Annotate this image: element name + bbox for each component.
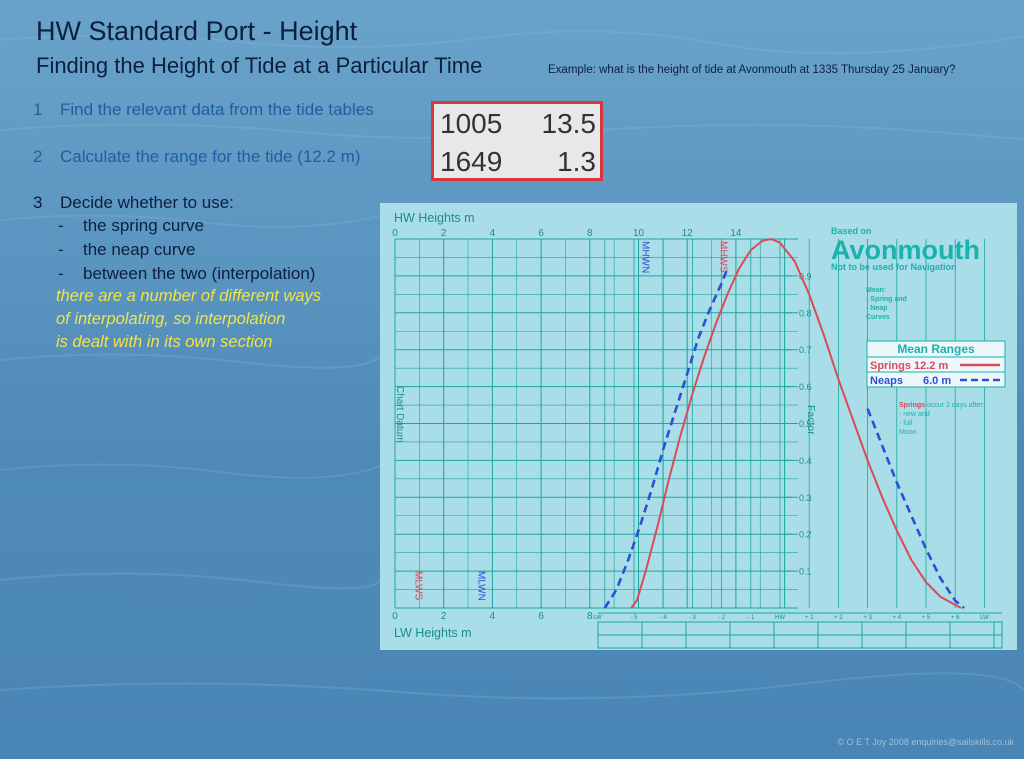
factor-tick-label: 0.1 — [799, 567, 812, 577]
tide-time: 1005 — [440, 108, 503, 139]
page-subtitle: Finding the Height of Tide at a Particul… — [36, 53, 483, 78]
hw-marker-label: MHWN — [640, 241, 651, 273]
factor-tick-label: 0.8 — [799, 308, 812, 318]
tide-table-extract: 1005 13.5 1649 1.3 — [431, 101, 603, 181]
step-number: 1 — [33, 100, 43, 119]
tide-height: 1.3 — [557, 146, 596, 177]
time-tick-label: HW — [775, 615, 785, 621]
lw-tick-label: 4 — [490, 611, 496, 622]
option-interpolation: - between the two (interpolation) — [58, 264, 315, 284]
legend-neaps-name: Neaps — [870, 375, 903, 387]
step-2: 2 Calculate the range for the tide (12.2 … — [33, 147, 361, 167]
option-dash: - — [58, 264, 64, 283]
copyright-notice: © O E T Joy 2008 enquiries@sailskills.co… — [837, 737, 1014, 747]
time-tick-label: + 6 — [951, 615, 960, 621]
lw-tick-label: 2 — [441, 611, 447, 622]
legend-neaps-value: 6.0 m — [923, 375, 951, 387]
navigation-warning: Not to be used for Navigation — [831, 262, 957, 272]
factor-tick-label: 0.6 — [799, 382, 812, 392]
note-line-2: of interpolating, so interpolation — [56, 310, 286, 328]
option-dash: - — [58, 240, 64, 259]
step-3: 3 Decide whether to use: — [33, 193, 234, 213]
port-name: Avonmouth — [831, 235, 980, 265]
time-tick-label: - 5 — [630, 615, 638, 621]
step-text: Find the relevant data from the tide tab… — [60, 100, 374, 119]
mean-ranges-legend: Mean Ranges Springs 12.2 m Neaps 6.0 m — [866, 340, 1006, 388]
tide-height: 13.5 — [541, 108, 597, 139]
tide-row-lw: 1649 1.3 — [434, 144, 600, 182]
lw-marker-label: MLWS — [412, 571, 423, 601]
example-question: Example: what is the height of tide at A… — [548, 64, 956, 76]
note-line-3: is dealt with in its own section — [56, 333, 273, 351]
option-text: the spring curve — [83, 216, 204, 235]
page-title: HW Standard Port - Height — [36, 16, 358, 46]
lw-tick-label: 6 — [538, 611, 544, 622]
time-tick-label: + 5 — [922, 615, 931, 621]
note-line-1: there are a number of different ways — [56, 287, 322, 305]
step-number: 3 — [33, 193, 43, 212]
hw-tick-label: 10 — [633, 228, 645, 239]
step-text: Calculate the range for the tide (12.2 m… — [60, 147, 361, 166]
factor-tick-label: 0.4 — [799, 456, 812, 466]
step-text: Decide whether to use: — [60, 193, 234, 212]
hw-tick-label: 14 — [730, 228, 742, 239]
time-tick-label: - 2 — [718, 615, 726, 621]
hw-tick-label: 6 — [538, 228, 544, 239]
time-tick-label: + 3 — [863, 615, 872, 621]
hw-axis-label: HW Heights m — [394, 211, 475, 225]
hw-tick-label: 8 — [587, 228, 593, 239]
step-number: 2 — [33, 147, 43, 166]
time-tick-label: + 1 — [805, 615, 814, 621]
legend-springs-name: Springs — [870, 360, 911, 372]
hw-tick-label: 12 — [682, 228, 694, 239]
factor-tick-label: 0.2 — [799, 530, 812, 540]
time-tick-label: + 4 — [893, 615, 902, 621]
springs-note-line: - new and — [899, 411, 930, 418]
mean-note-line: - Neap — [866, 305, 887, 312]
time-tick-label: - 3 — [689, 615, 697, 621]
mean-note-line: Curves — [866, 314, 890, 321]
legend-springs-value: 12.2 m — [914, 360, 948, 372]
lw-tick-label: 8 — [587, 611, 593, 622]
factor-tick-label: 0.3 — [799, 493, 812, 503]
lw-marker-label: MLWN — [476, 571, 487, 601]
tide-row-hw: 1005 13.5 — [434, 106, 600, 144]
hw-tick-label: 4 — [490, 228, 496, 239]
springs-note-line: Springs occur 2 days after: — [899, 402, 985, 409]
option-text: between the two (interpolation) — [83, 264, 316, 283]
option-spring-curve: - the spring curve — [58, 216, 204, 236]
hw-marker-label: MHWS — [717, 241, 728, 273]
lw-axis-label: LW Heights m — [394, 626, 472, 640]
chart-datum-label: Chart Datum — [394, 386, 405, 443]
factor-tick-label: 0.7 — [799, 345, 812, 355]
legend-title: Mean Ranges — [897, 342, 975, 356]
time-tick-label: LW — [593, 615, 602, 621]
step-1: 1 Find the relevant data from the tide ta… — [33, 100, 374, 120]
option-neap-curve: - the neap curve — [58, 240, 195, 260]
time-tick-label: + 2 — [834, 615, 843, 621]
tide-time: 1649 — [440, 146, 503, 177]
mean-note-line: - Spring and — [866, 296, 907, 303]
time-tick-label: LW — [980, 615, 989, 621]
lw-tick-label: 0 — [392, 611, 398, 622]
mean-note-line: Mean: — [866, 287, 886, 294]
springs-note-line: Moon — [899, 429, 917, 436]
springs-note-line: - full — [899, 420, 913, 427]
factor-axis-label: Factor — [805, 405, 817, 435]
time-tick-label: - 4 — [660, 615, 668, 621]
option-text: the neap curve — [83, 240, 196, 259]
tidal-curve-chart: 0 2 4 6 8 10 12 140 2 4 6 80.90.80.70.60.50.40.30.2… — [380, 203, 1017, 650]
option-dash: - — [58, 216, 64, 235]
hw-tick-label: 2 — [441, 228, 447, 239]
time-tick-label: - 1 — [747, 615, 755, 621]
hw-tick-label: 0 — [392, 228, 398, 239]
